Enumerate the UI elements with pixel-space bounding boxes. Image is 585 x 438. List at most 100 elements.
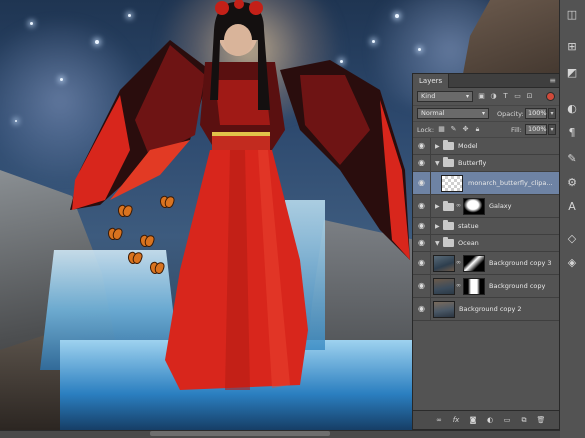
layer-mask-thumbnail[interactable]	[463, 255, 485, 272]
opacity-input[interactable]: 100%	[525, 108, 547, 119]
layer-row-model[interactable]: ◉ ▶ Model	[413, 138, 559, 155]
chevron-down-icon: ▾	[481, 110, 485, 117]
divider	[430, 252, 431, 274]
layer-name: Butterfly	[458, 159, 487, 167]
history-icon[interactable]: ◫	[564, 8, 580, 22]
mask-icon[interactable]: ◙	[467, 415, 479, 426]
layer-name: Background copy	[489, 282, 546, 290]
layer-row-background-copy-3[interactable]: ◉ ∞ Background copy 3	[413, 252, 559, 275]
fx-icon[interactable]: fx	[450, 415, 462, 426]
paths-icon[interactable]: ◇	[564, 232, 580, 246]
lock-position-icon[interactable]: ✥	[461, 125, 470, 134]
collapse-arrow-icon[interactable]: ▼	[435, 240, 440, 247]
link-icon[interactable]: ∞	[433, 415, 445, 426]
type-filter-icon[interactable]: T	[501, 92, 510, 101]
folder-icon	[443, 157, 454, 167]
adjustment-icon[interactable]: ◐	[484, 415, 496, 426]
visibility-eye-icon[interactable]: ◉	[416, 258, 427, 268]
filter-kind-select[interactable]: Kind ▾	[417, 91, 473, 102]
opacity-dropdown-icon[interactable]: ▾	[548, 108, 556, 119]
divider	[430, 195, 431, 217]
layer-row-background-copy-2[interactable]: ◉ Background copy 2	[413, 298, 559, 321]
expand-arrow-icon[interactable]: ▶	[435, 143, 440, 150]
lock-all-icon[interactable]: 🔒︎	[473, 125, 482, 134]
horizontal-scrollbar-thumb[interactable]	[150, 431, 330, 436]
layer-row-background-copy[interactable]: ◉ ∞ Background copy	[413, 275, 559, 298]
adjustment-filter-icon[interactable]: ◑	[489, 92, 498, 101]
fill-dropdown-icon[interactable]: ▾	[548, 124, 556, 135]
tool-presets-icon[interactable]: ⚙	[564, 176, 580, 190]
filter-kind-value: Kind	[421, 92, 436, 100]
layer-name: Background copy 2	[459, 305, 522, 313]
layer-row-statue[interactable]: ◉ ▶ statue	[413, 218, 559, 235]
layers-icon[interactable]: ◈	[564, 256, 580, 270]
layer-name: statue	[458, 222, 479, 230]
layer-filter-row: Kind ▾ ▣ ◑ T ▭ ⊡	[413, 88, 559, 106]
divider	[430, 298, 431, 320]
visibility-eye-icon[interactable]: ◉	[416, 201, 427, 211]
visibility-eye-icon[interactable]: ◉	[416, 238, 427, 248]
folder-icon	[443, 140, 454, 150]
blend-mode-select[interactable]: Normal ▾	[417, 108, 489, 119]
layers-list: ◉ ▶ Model ◉ ▼ Butterfly ◉ monarch_butter…	[413, 138, 559, 409]
new-layer-icon[interactable]: ⧉	[518, 415, 530, 426]
visibility-eye-icon[interactable]: ◉	[416, 158, 427, 168]
blend-mode-value: Normal	[421, 109, 445, 117]
layers-panel-footer: ∞ fx ◙ ◐ ▭ ⧉ 🗑︎	[413, 410, 559, 429]
visibility-eye-icon[interactable]: ◉	[416, 304, 427, 314]
opacity-label: Opacity:	[497, 110, 524, 118]
lock-transparent-icon[interactable]: ▦	[437, 125, 446, 134]
divider	[430, 275, 431, 297]
filter-toggle-icon[interactable]	[546, 92, 555, 101]
smart-object-filter-icon[interactable]: ⊡	[525, 92, 534, 101]
panel-menu-icon[interactable]: ≡	[549, 75, 556, 87]
blend-opacity-row: Normal ▾ Opacity: 100% ▾	[413, 106, 559, 122]
layer-row-ocean[interactable]: ◉ ▼ Ocean	[413, 235, 559, 252]
lock-label: Lock:	[417, 126, 435, 134]
layer-row-monarch[interactable]: ◉ monarch_butterfly_clipa...	[413, 172, 559, 195]
divider	[430, 138, 431, 154]
layer-mask-thumbnail[interactable]	[463, 198, 485, 215]
collapse-arrow-icon[interactable]: ▼	[435, 160, 440, 167]
layer-name: monarch_butterfly_clipa...	[468, 179, 553, 187]
link-icon: ∞	[456, 259, 461, 266]
fill-input[interactable]: 100%	[525, 124, 547, 135]
shape-filter-icon[interactable]: ▭	[513, 92, 522, 101]
photoshop-workspace: ◫ ⊞ ◩ ◐ ¶ ✎ ⚙ A ◇ ◈ Layers ≡ Kind ▾ ▣ ◑ …	[0, 0, 585, 438]
expand-arrow-icon[interactable]: ▶	[435, 203, 440, 210]
brush-icon[interactable]: ✎	[564, 152, 580, 166]
layer-thumbnail	[433, 255, 455, 272]
trash-icon[interactable]: 🗑︎	[535, 415, 547, 426]
layer-name: Model	[458, 142, 478, 150]
lock-image-icon[interactable]: ✎	[449, 125, 458, 134]
folder-icon	[443, 220, 454, 230]
fill-label: Fill:	[511, 126, 522, 134]
visibility-eye-icon[interactable]: ◉	[416, 221, 427, 231]
expand-arrow-icon[interactable]: ▶	[435, 223, 440, 230]
visibility-eye-icon[interactable]: ◉	[416, 141, 427, 151]
styles-icon[interactable]: ◩	[564, 66, 580, 80]
divider	[430, 235, 431, 251]
layer-name: Background copy 3	[489, 259, 552, 267]
visibility-eye-icon[interactable]: ◉	[416, 281, 427, 291]
layer-mask-thumbnail[interactable]	[463, 278, 485, 295]
layer-row-butterfly[interactable]: ◉ ▼ Butterfly	[413, 155, 559, 172]
info-icon[interactable]: ◐	[564, 102, 580, 116]
right-panel-dock: ◫ ⊞ ◩ ◐ ¶ ✎ ⚙ A ◇ ◈	[559, 0, 585, 438]
divider	[430, 218, 431, 234]
pixel-filter-icon[interactable]: ▣	[477, 92, 486, 101]
link-icon: ∞	[456, 282, 461, 289]
character-icon[interactable]: A	[564, 200, 580, 214]
visibility-eye-icon[interactable]: ◉	[416, 178, 427, 188]
layer-row-galaxy[interactable]: ◉ ▶ ∞ Galaxy	[413, 195, 559, 218]
paragraph-icon[interactable]: ¶	[564, 126, 580, 140]
layer-name: Ocean	[458, 239, 479, 247]
layer-thumbnail	[441, 175, 463, 192]
adjustments-icon[interactable]: ⊞	[564, 40, 580, 54]
divider	[430, 172, 431, 194]
new-group-icon[interactable]: ▭	[501, 415, 513, 426]
layers-panel: Layers ≡ Kind ▾ ▣ ◑ T ▭ ⊡ Normal ▾ Opaci…	[412, 73, 560, 430]
folder-icon	[443, 201, 454, 211]
chevron-down-icon: ▾	[465, 93, 469, 100]
tab-layers[interactable]: Layers	[413, 74, 450, 88]
